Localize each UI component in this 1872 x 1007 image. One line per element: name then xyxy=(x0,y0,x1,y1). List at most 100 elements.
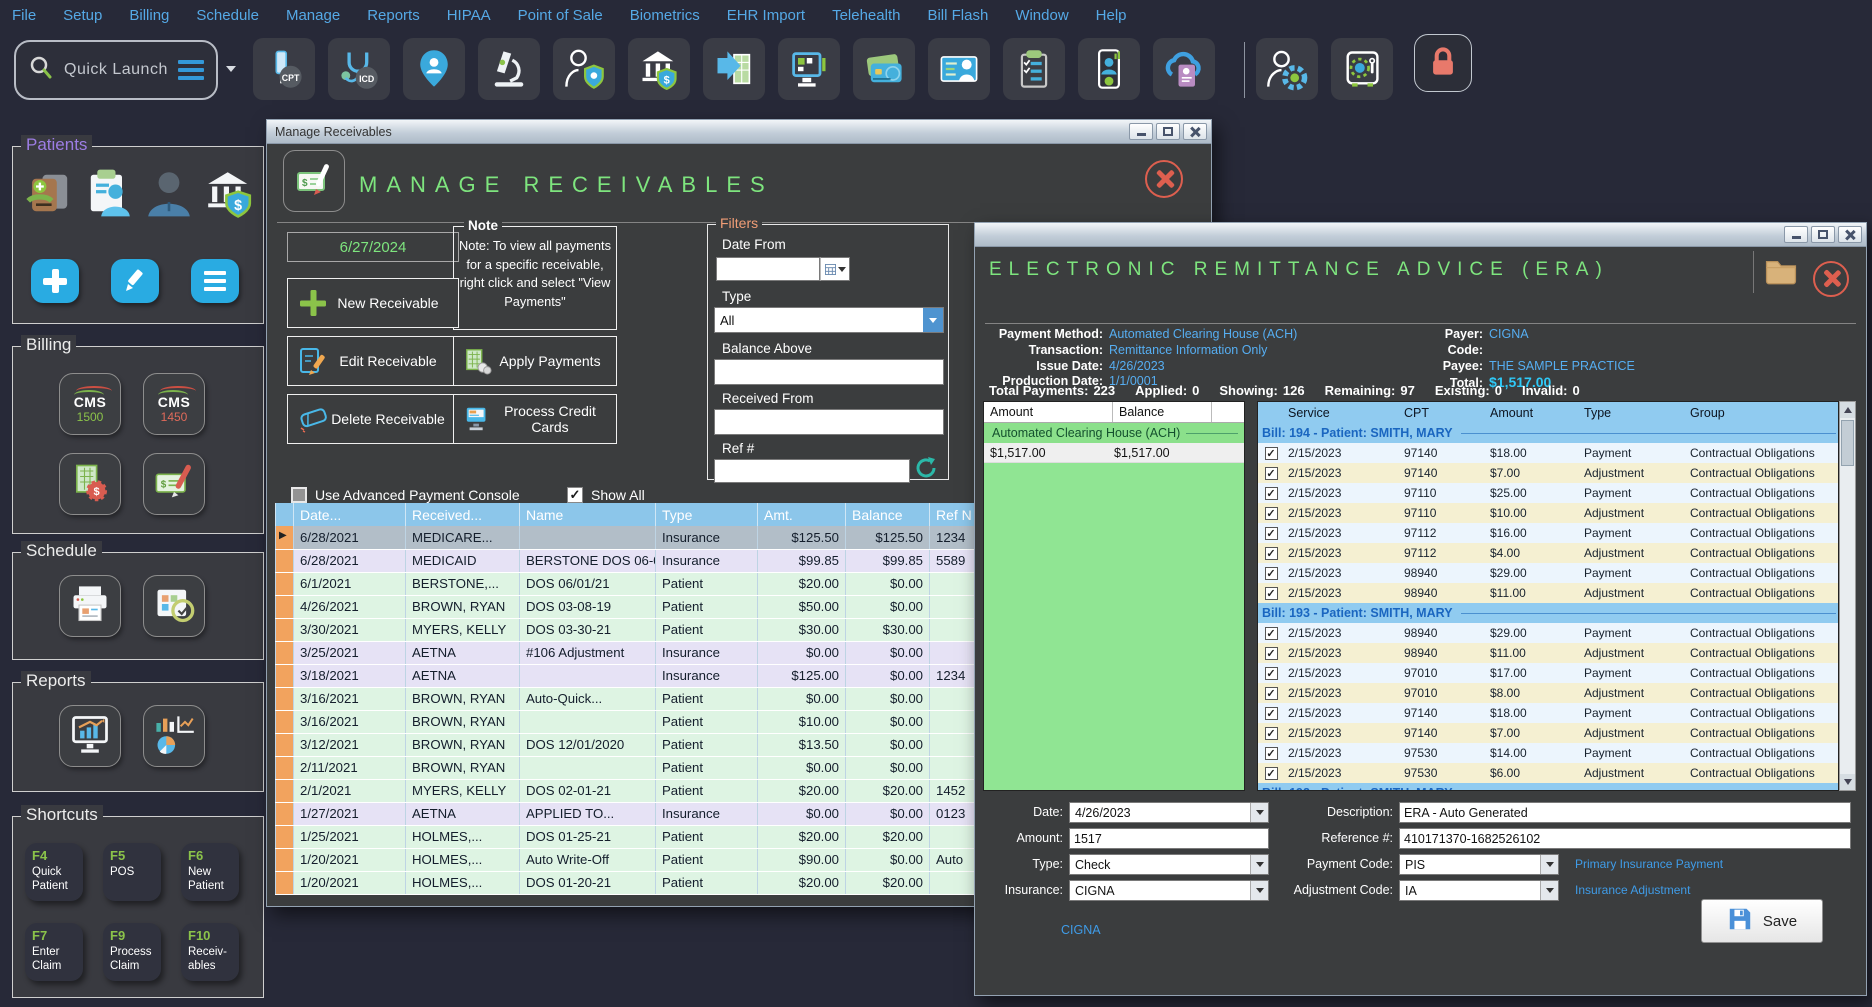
payer-link[interactable]: CIGNA xyxy=(1061,923,1101,937)
row-selector[interactable] xyxy=(276,710,294,733)
row-selector[interactable] xyxy=(276,664,294,687)
calendar-dropdown-icon[interactable] xyxy=(1250,803,1268,822)
row-selector[interactable] xyxy=(276,595,294,618)
line-checkbox[interactable] xyxy=(1265,567,1278,580)
user-settings-button[interactable] xyxy=(1256,38,1318,100)
shortcut-button[interactable]: F6 New Patient xyxy=(181,843,239,901)
tasks-checklist-button[interactable] xyxy=(1003,38,1065,100)
shortcut-button[interactable]: F4 Quick Patient xyxy=(25,843,83,901)
era-table-scrollbar[interactable] xyxy=(1839,401,1856,791)
column-header[interactable]: Service xyxy=(1284,402,1400,423)
menu-item[interactable]: Bill Flash xyxy=(927,7,988,24)
menu-item[interactable]: Window xyxy=(1015,7,1068,24)
line-checkbox[interactable] xyxy=(1265,507,1278,520)
row-selector[interactable] xyxy=(276,871,294,894)
line-checkbox[interactable] xyxy=(1265,487,1278,500)
icd-codes-button[interactable]: ICD xyxy=(328,38,390,100)
menu-item[interactable]: HIPAA xyxy=(447,7,491,24)
row-selector[interactable] xyxy=(276,848,294,871)
menu-item[interactable]: Point of Sale xyxy=(518,7,603,24)
ehr-import-button[interactable] xyxy=(703,38,765,100)
era-line-row[interactable]: 2/15/2023 98940 $29.00 Payment Contractu… xyxy=(1258,563,1839,583)
line-checkbox[interactable] xyxy=(1265,767,1278,780)
menu-icon[interactable] xyxy=(178,60,204,80)
chevron-down-icon[interactable] xyxy=(1250,855,1268,874)
era-line-row[interactable]: 2/15/2023 97140 $7.00 Adjustment Contrac… xyxy=(1258,723,1839,743)
row-selector[interactable] xyxy=(276,802,294,825)
patient-security-button[interactable] xyxy=(553,38,615,100)
patient-chart-icon[interactable] xyxy=(23,167,75,219)
type-select[interactable]: Check xyxy=(1069,854,1269,875)
reference-input[interactable] xyxy=(1399,828,1851,849)
line-checkbox[interactable] xyxy=(1265,667,1278,680)
banking-button[interactable]: $ xyxy=(628,38,690,100)
menu-item[interactable]: Schedule xyxy=(196,7,259,24)
row-selector[interactable] xyxy=(276,687,294,710)
era-line-row[interactable]: 2/15/2023 97530 $14.00 Payment Contractu… xyxy=(1258,743,1839,763)
date-from-calendar-button[interactable] xyxy=(820,257,850,281)
patient-accounts-icon[interactable]: $ xyxy=(203,167,255,219)
delete-receivable-button[interactable]: Delete Receivable xyxy=(287,394,459,444)
line-checkbox[interactable] xyxy=(1265,527,1278,540)
shortcut-button[interactable]: F9 Process Claim xyxy=(103,923,161,981)
line-checkbox[interactable] xyxy=(1265,627,1278,640)
adjustment-code-select[interactable]: IA xyxy=(1399,880,1559,901)
minimize-button[interactable] xyxy=(1784,226,1808,243)
era-line-row[interactable]: 2/15/2023 97140 $7.00 Adjustment Contrac… xyxy=(1258,463,1839,483)
menu-item[interactable]: Manage xyxy=(286,7,340,24)
apply-payments-button[interactable]: Apply Payments xyxy=(453,336,617,386)
payment-row[interactable]: $1,517.00 $1,517.00 xyxy=(984,443,1244,463)
column-header[interactable]: Group xyxy=(1686,402,1839,423)
patient-list-button[interactable] xyxy=(191,259,239,303)
mr-titlebar[interactable]: Manage Receivables xyxy=(267,120,1211,144)
balance-above-input[interactable] xyxy=(714,359,944,385)
mr-close-icon-button[interactable] xyxy=(1145,160,1183,198)
description-input[interactable] xyxy=(1399,802,1851,823)
point-of-sale-button[interactable] xyxy=(778,38,840,100)
row-selector[interactable] xyxy=(276,825,294,848)
line-checkbox[interactable] xyxy=(1265,447,1278,460)
row-selector[interactable] xyxy=(276,526,294,549)
era-titlebar[interactable] xyxy=(975,223,1866,247)
column-header[interactable]: Date... xyxy=(294,503,406,526)
row-selector[interactable] xyxy=(276,572,294,595)
payment-code-select[interactable]: PIS xyxy=(1399,854,1559,875)
quick-launch-dropdown-caret[interactable] xyxy=(226,66,236,72)
shortcut-button[interactable]: F7 Enter Claim xyxy=(25,923,83,981)
column-header[interactable]: Type xyxy=(656,503,758,526)
menu-item[interactable]: Biometrics xyxy=(630,7,700,24)
patient-id-button[interactable] xyxy=(928,38,990,100)
labs-button[interactable] xyxy=(478,38,540,100)
open-folder-button[interactable] xyxy=(1753,251,1799,293)
menu-item[interactable]: Help xyxy=(1096,7,1127,24)
chevron-down-icon[interactable] xyxy=(1540,855,1558,874)
era-line-row[interactable]: 2/15/2023 97110 $10.00 Adjustment Contra… xyxy=(1258,503,1839,523)
amount-column-header[interactable]: Amount xyxy=(984,402,1113,422)
statements-button[interactable]: $ xyxy=(59,453,121,515)
cms-1450-button[interactable]: CMS1450 xyxy=(143,373,205,435)
row-selector[interactable] xyxy=(276,618,294,641)
row-selector[interactable] xyxy=(276,779,294,802)
menu-item[interactable]: Billing xyxy=(129,7,169,24)
type-filter-select[interactable]: All xyxy=(714,307,944,333)
patient-clipboard-icon[interactable] xyxy=(83,167,135,219)
line-checkbox[interactable] xyxy=(1265,727,1278,740)
menu-item[interactable]: Telehealth xyxy=(832,7,900,24)
scroll-down-arrow[interactable] xyxy=(1840,774,1855,790)
era-line-row[interactable]: 2/15/2023 98940 $11.00 Adjustment Contra… xyxy=(1258,583,1839,603)
column-header[interactable]: Balance xyxy=(846,503,930,526)
report-charts-button[interactable] xyxy=(143,705,205,767)
process-credit-cards-button[interactable]: Process Credit Cards xyxy=(453,394,617,444)
advanced-payment-console-checkbox[interactable] xyxy=(291,487,307,503)
era-line-row[interactable]: 2/15/2023 97010 $17.00 Payment Contractu… xyxy=(1258,663,1839,683)
selector-column-header[interactable] xyxy=(276,503,294,526)
chevron-down-icon[interactable] xyxy=(1540,881,1558,900)
scroll-up-arrow[interactable] xyxy=(1840,402,1855,418)
new-receivable-button[interactable]: New Receivable xyxy=(287,278,459,328)
era-close-icon-button[interactable] xyxy=(1813,261,1849,297)
line-checkbox[interactable] xyxy=(1265,687,1278,700)
line-checkbox[interactable] xyxy=(1265,587,1278,600)
row-selector[interactable] xyxy=(276,549,294,572)
vault-button[interactable] xyxy=(1331,38,1393,100)
row-selector[interactable] xyxy=(276,733,294,756)
